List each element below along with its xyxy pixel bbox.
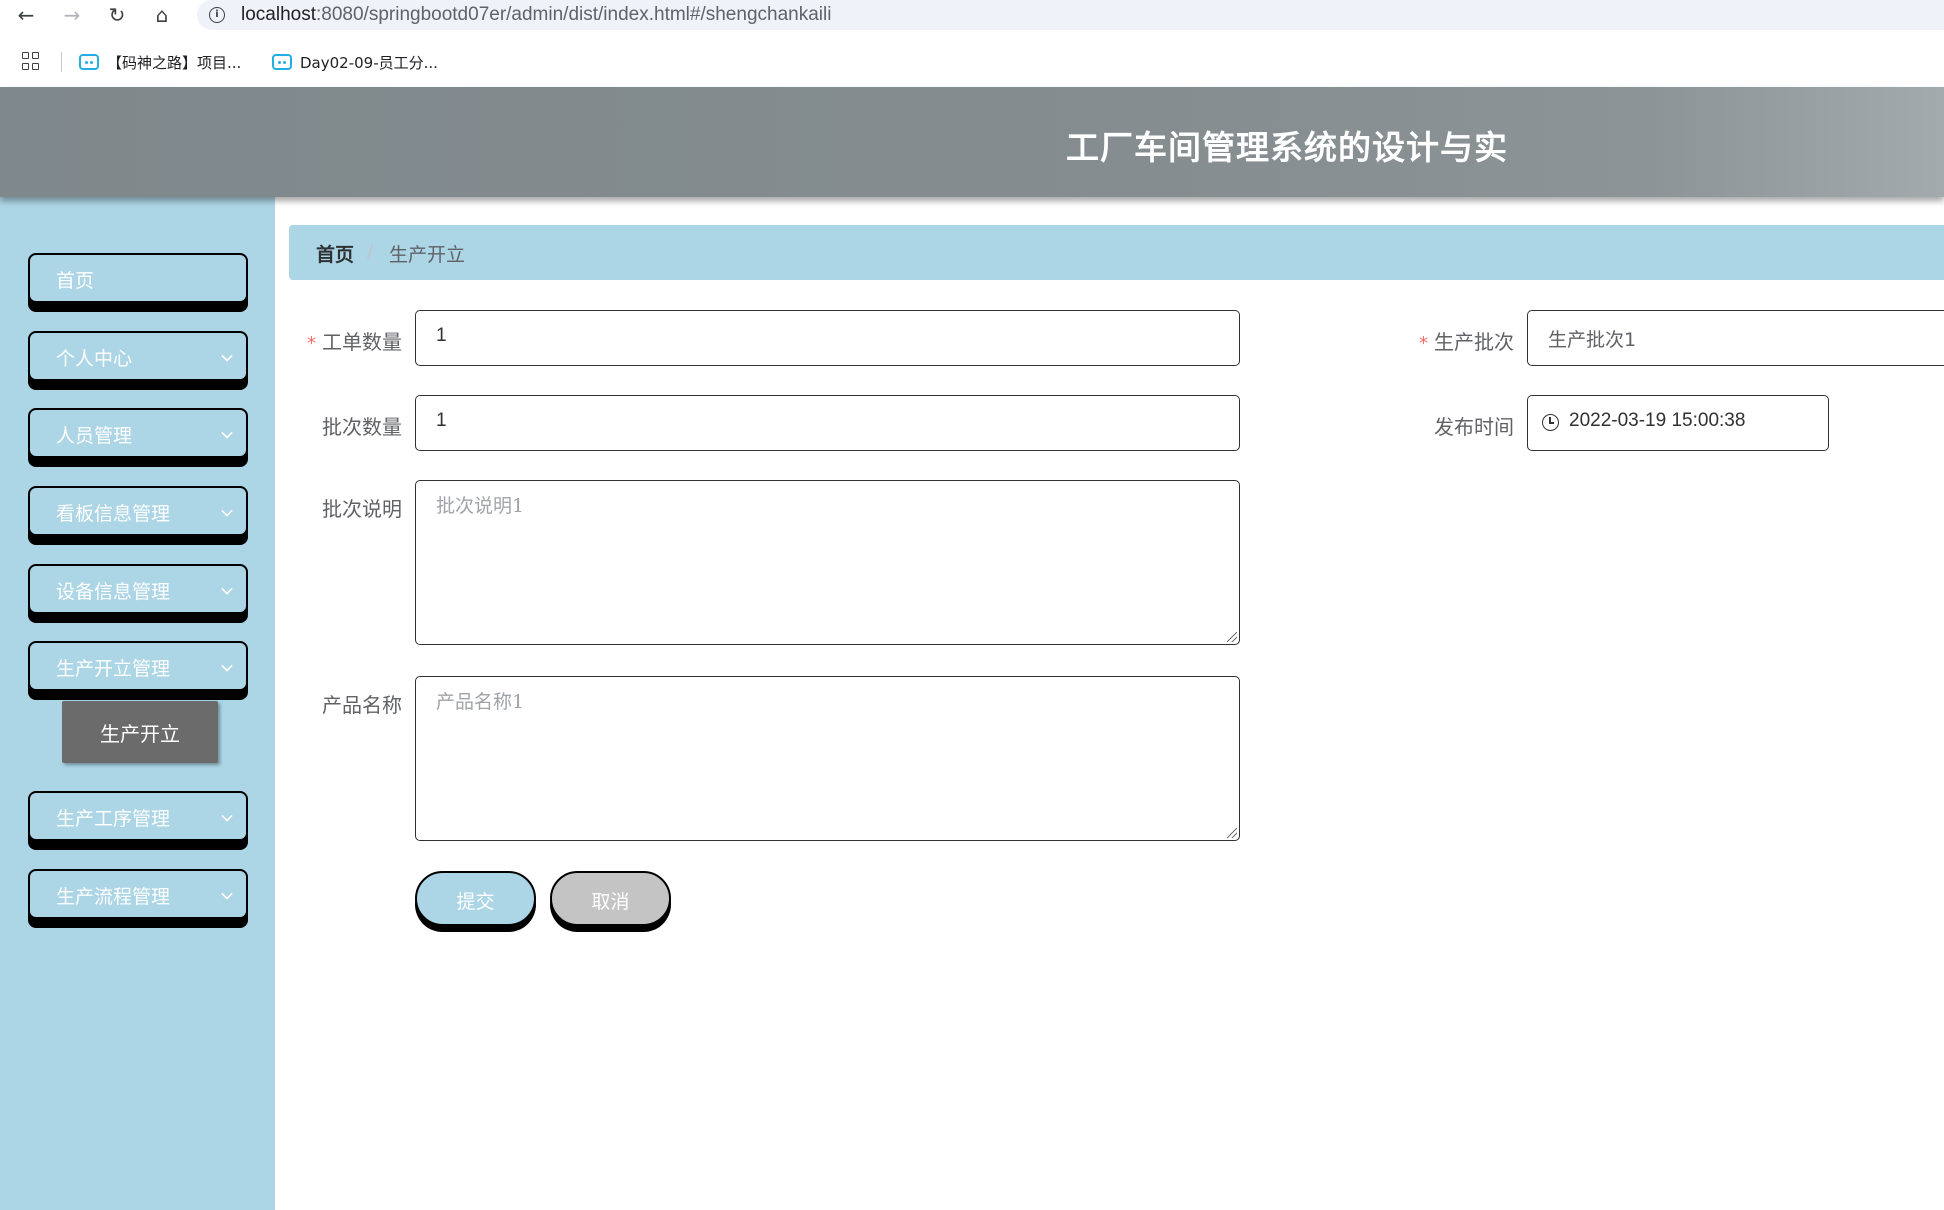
chevron-down-icon [221, 888, 233, 900]
batch-qty-input[interactable]: 1 [415, 395, 1240, 451]
breadcrumb-home[interactable]: 首页 [316, 240, 354, 267]
sidebar-item-production-order[interactable]: 生产开立管理 [28, 641, 248, 691]
sidebar-item-kanban[interactable]: 看板信息管理 [28, 486, 248, 536]
bookmark-item[interactable]: Day02-09-员工分... [272, 49, 438, 75]
url-path: :8080/springbootd07er/admin/dist/index.h… [316, 4, 832, 25]
batch-input[interactable]: 生产批次1 [1527, 310, 1944, 366]
sidebar-item-label: 人员管理 [56, 425, 133, 447]
bilibili-icon [272, 54, 292, 70]
work-order-qty-input[interactable]: 1 [415, 310, 1240, 366]
label-text: 发布时间 [1434, 415, 1514, 439]
textarea-placeholder: 批次说明1 [436, 495, 525, 517]
button-label: 取消 [591, 891, 630, 913]
url-field[interactable]: i localhost:8080/springbootd07er/admin/d… [197, 0, 1944, 30]
sidebar-item-label: 生产流程管理 [56, 886, 171, 908]
home-icon[interactable]: ⌂ [150, 3, 174, 27]
breadcrumb: 首页 / 生产开立 [289, 225, 1944, 280]
textarea-placeholder: 产品名称1 [436, 691, 525, 713]
work-order-qty-label: * 工单数量 [307, 326, 402, 355]
sidebar-item-personal-center[interactable]: 个人中心 [28, 331, 248, 381]
label-text: 生产批次 [1434, 330, 1514, 354]
button-label: 提交 [456, 891, 495, 913]
label-text: 批次说明 [322, 497, 402, 521]
cancel-button[interactable]: 取消 [550, 871, 671, 926]
apps-grid-icon[interactable] [22, 52, 40, 70]
sidebar-item-personnel[interactable]: 人员管理 [28, 408, 248, 458]
product-name-textarea[interactable]: 产品名称1 [415, 676, 1240, 841]
url-host: localhost [241, 4, 316, 25]
input-value: 1 [436, 325, 447, 346]
publish-time-picker[interactable]: 2022-03-19 15:00:38 [1527, 395, 1829, 451]
app-title: 工厂车间管理系统的设计与实 [1066, 128, 1508, 167]
sidebar-item-flow[interactable]: 生产流程管理 [28, 869, 248, 919]
bookmarks-bar: 【码神之路】项目... Day02-09-员工分... [0, 42, 1944, 82]
label-text: 产品名称 [322, 693, 402, 717]
chevron-down-icon [221, 505, 233, 517]
breadcrumb-separator: / [367, 240, 374, 262]
input-value: 1 [436, 410, 447, 431]
bookmarks-divider [61, 52, 62, 72]
batch-desc-textarea[interactable]: 批次说明1 [415, 480, 1240, 645]
chevron-down-icon [221, 427, 233, 439]
batch-qty-label: 批次数量 [322, 411, 402, 440]
chevron-down-icon [221, 583, 233, 595]
batch-label: * 生产批次 [1419, 326, 1514, 355]
sidebar-item-label: 生产开立管理 [56, 658, 171, 680]
chevron-down-icon [221, 350, 233, 362]
back-arrow-icon[interactable]: ← [14, 3, 38, 27]
input-value: 生产批次1 [1548, 329, 1637, 351]
sidebar-item-label: 首页 [56, 270, 95, 292]
breadcrumb-current: 生产开立 [389, 244, 466, 266]
label-text: 工单数量 [322, 330, 402, 354]
sidebar-subitem-label: 生产开立 [100, 722, 180, 746]
bookmark-label: 【码神之路】项目... [107, 53, 242, 72]
sidebar-item-home[interactable]: 首页 [28, 253, 248, 303]
sidebar-item-equipment[interactable]: 设备信息管理 [28, 564, 248, 614]
required-mark: * [307, 333, 316, 354]
input-value: 2022-03-19 15:00:38 [1569, 410, 1746, 431]
url-text: localhost:8080/springbootd07er/admin/dis… [241, 4, 831, 26]
resize-handle-icon[interactable] [1227, 632, 1237, 642]
sidebar-item-label: 生产工序管理 [56, 808, 171, 830]
batch-desc-label: 批次说明 [322, 493, 402, 522]
site-info-icon[interactable]: i [209, 7, 225, 23]
clock-icon [1542, 414, 1559, 431]
app-header: 工厂车间管理系统的设计与实 [0, 87, 1944, 197]
chevron-down-icon [221, 810, 233, 822]
bookmark-label: Day02-09-员工分... [300, 53, 438, 72]
submit-button[interactable]: 提交 [415, 871, 536, 926]
product-name-label: 产品名称 [322, 689, 402, 718]
required-mark: * [1419, 333, 1428, 354]
label-text: 批次数量 [322, 415, 402, 439]
bilibili-icon [79, 54, 99, 70]
chevron-down-icon [221, 660, 233, 672]
sidebar-item-process[interactable]: 生产工序管理 [28, 791, 248, 841]
forward-arrow-icon[interactable]: → [60, 3, 84, 27]
sidebar-item-label: 看板信息管理 [56, 503, 171, 525]
resize-handle-icon[interactable] [1227, 828, 1237, 838]
sidebar-subitem-production-order[interactable]: 生产开立 [62, 701, 218, 763]
browser-address-bar: ← → ↻ ⌂ i localhost:8080/springbootd07er… [0, 0, 1944, 30]
sidebar: 首页 个人中心 人员管理 看板信息管理 设备信息管理 生产开立管理 生产开立 生… [0, 197, 275, 1210]
reload-icon[interactable]: ↻ [105, 3, 129, 27]
sidebar-item-label: 个人中心 [56, 348, 133, 370]
sidebar-item-label: 设备信息管理 [56, 581, 171, 603]
publish-time-label: 发布时间 [1434, 411, 1514, 440]
bookmark-item[interactable]: 【码神之路】项目... [79, 49, 241, 75]
